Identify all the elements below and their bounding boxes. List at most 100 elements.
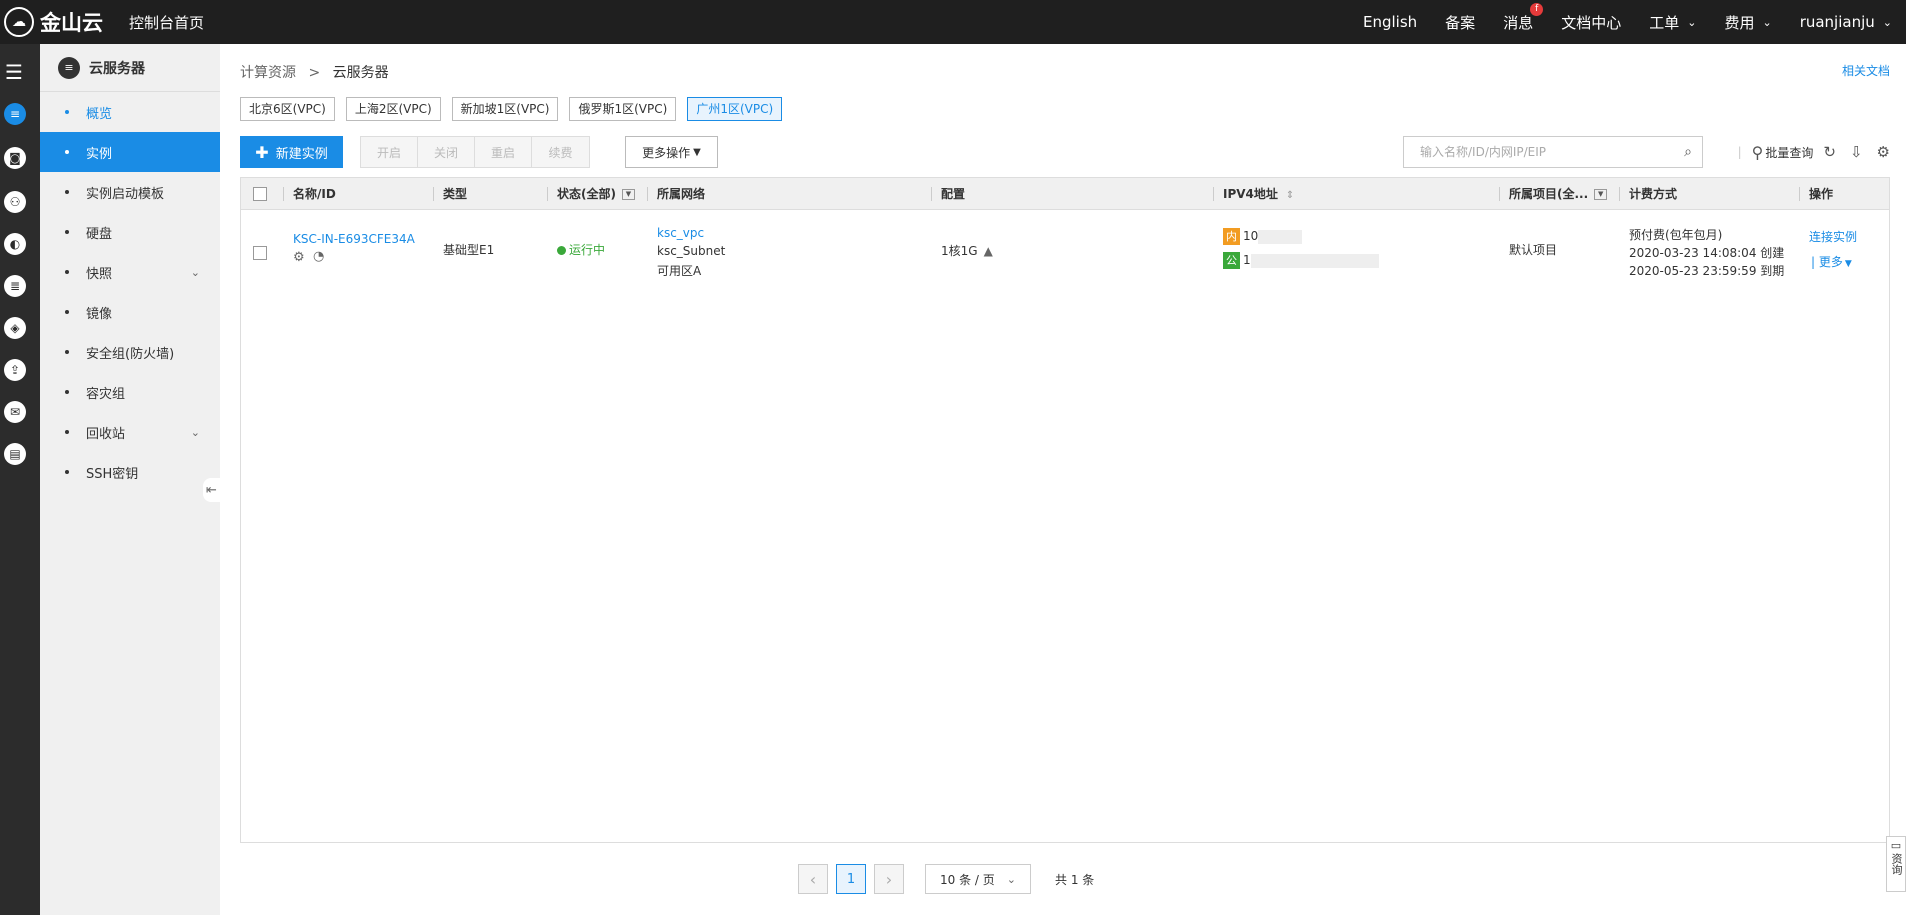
top-nav-item[interactable]: English xyxy=(1363,13,1417,31)
network-icon[interactable]: ⚇ xyxy=(4,191,26,213)
project-name: 默认项目 xyxy=(1509,243,1558,257)
sidebar-collapse-icon[interactable]: ⇤ xyxy=(203,478,220,502)
connect-instance-link[interactable]: 连接实例 xyxy=(1809,228,1857,245)
mail-icon[interactable]: ✉ xyxy=(4,401,26,423)
bullet-icon xyxy=(65,270,69,274)
config-text: 1核1G xyxy=(941,244,978,258)
disabled-action-button[interactable]: 开启 xyxy=(361,137,418,167)
storage-icon[interactable]: ◐ xyxy=(4,233,26,255)
column-divider xyxy=(647,187,648,201)
chat-icon: ▭ xyxy=(1890,839,1902,852)
sidebar-item[interactable]: 镜像 xyxy=(40,292,220,332)
top-nav-item[interactable]: 费用 ⌄ xyxy=(1724,12,1771,33)
header-name[interactable]: 名称/ID xyxy=(293,178,336,210)
cloud-upload-icon[interactable]: ⇪ xyxy=(4,359,26,381)
total-count: 共 1 条 xyxy=(1055,872,1095,887)
gpu-icon[interactable]: ◙ xyxy=(4,147,26,169)
top-nav-label: ruanjianju xyxy=(1799,13,1875,31)
region-tab[interactable]: 俄罗斯1区(VPC) xyxy=(569,97,677,121)
vpc-link[interactable]: ksc_vpc xyxy=(657,226,704,240)
sort-icon[interactable]: ⇕ xyxy=(1286,190,1294,201)
server-icon[interactable]: ≡ xyxy=(4,103,26,125)
page-number-button[interactable]: 1 xyxy=(836,864,866,894)
sidebar-title: 云服务器 xyxy=(89,60,145,77)
database-icon[interactable]: ≣ xyxy=(4,275,26,297)
sidebar-item[interactable]: 回收站 ⌄ xyxy=(40,412,220,452)
top-nav-label: 费用 xyxy=(1724,13,1755,32)
refresh-icon[interactable]: ↻ xyxy=(1823,143,1836,161)
sidebar-item[interactable]: 快照 ⌄ xyxy=(40,252,220,292)
region-tab[interactable]: 北京6区(VPC) xyxy=(240,97,335,121)
sidebar-item[interactable]: 安全组(防火墙) xyxy=(40,332,220,372)
monitor-icon[interactable]: ◔ xyxy=(313,249,324,264)
header-ipv4[interactable]: IPV4地址 ⇕ xyxy=(1223,178,1294,210)
region-tab[interactable]: 广州1区(VPC) xyxy=(687,97,783,121)
select-all-checkbox[interactable] xyxy=(253,187,267,201)
toolbar: ✚ 新建实例 开启 关闭 重启 续费 更多操作 ▼ 输入名称/ID/内网IP/EIP … xyxy=(240,136,1890,168)
logo[interactable]: ☁ 金山云 xyxy=(4,7,103,37)
new-instance-label: 新建实例 xyxy=(275,146,328,162)
sidebar-item-label: 回收站 xyxy=(86,426,126,442)
cloud-download-icon[interactable]: ⇩ xyxy=(1850,143,1863,161)
header-status[interactable]: 状态(全部) ▼ xyxy=(557,178,635,210)
chevron-down-icon: ⌄ xyxy=(1762,15,1772,29)
menu-icon[interactable]: ☰ xyxy=(5,60,23,84)
consult-button[interactable]: ▭ 资询 xyxy=(1886,836,1906,892)
plus-icon: ✚ xyxy=(255,142,269,162)
page-size-select[interactable]: 10 条 / 页 ⌄ xyxy=(925,864,1031,894)
caret-down-icon: ▼ xyxy=(1844,259,1852,269)
redacted-region xyxy=(1250,253,1379,268)
more-actions-dropdown[interactable]: | 更多 ▼ xyxy=(1811,253,1852,270)
disabled-action-button[interactable]: 重启 xyxy=(475,137,532,167)
sidebar: ≡ 云服务器 概览实例实例启动模板硬盘 快照 ⌄ 镜像 安全组(防火墙) 容灾组回收站 ⌄ S… xyxy=(40,44,220,915)
header-project[interactable]: 所属项目(全... ▼ xyxy=(1509,178,1608,210)
breadcrumb-current: 云服务器 xyxy=(332,65,389,81)
divider: | xyxy=(1737,145,1742,159)
sidebar-item[interactable]: 实例启动模板 xyxy=(40,172,220,212)
chevron-down-icon: ⌄ xyxy=(1687,15,1697,29)
top-nav-right: English 备案 消息 f 文档中心 工单 ⌄ 费用 ⌄ ruanjianju ⌄ xyxy=(1349,0,1906,44)
top-nav-item[interactable]: 备案 xyxy=(1445,12,1475,33)
chevron-left-icon: ‹ xyxy=(809,869,817,889)
id-card-icon[interactable]: ▤ xyxy=(4,443,26,465)
top-nav-item[interactable]: 工单 ⌄ xyxy=(1649,12,1696,33)
instance-search-input[interactable]: 输入名称/ID/内网IP/EIP ⌕ xyxy=(1403,136,1703,168)
chevron-down-icon[interactable]: ⌄ xyxy=(191,266,200,279)
console-home-link[interactable]: 控制台首页 xyxy=(129,12,204,33)
column-divider xyxy=(931,187,932,201)
row-checkbox[interactable] xyxy=(253,246,267,260)
instance-id-link[interactable]: KSC-IN-E693CFE34A xyxy=(293,232,415,246)
bullet-icon xyxy=(65,110,69,114)
filter-icon[interactable]: ▼ xyxy=(1594,189,1608,200)
next-page-button[interactable]: › xyxy=(874,864,904,894)
notification-badge: f xyxy=(1530,2,1544,16)
sidebar-header: ≡ 云服务器 xyxy=(40,44,220,92)
gear-icon[interactable]: ⚙ xyxy=(1877,143,1890,161)
created-time: 2020-03-23 14:08:04 创建 xyxy=(1629,246,1785,260)
related-docs-link[interactable]: 相关文档 xyxy=(1842,62,1890,79)
sidebar-item[interactable]: 概览 xyxy=(40,92,220,132)
sidebar-item[interactable]: 硬盘 xyxy=(40,212,220,252)
region-tab[interactable]: 新加坡1区(VPC) xyxy=(451,97,559,121)
breadcrumb-parent[interactable]: 计算资源 xyxy=(240,65,296,81)
layers-icon[interactable]: ◈ xyxy=(4,317,26,339)
top-nav-item[interactable]: 文档中心 xyxy=(1561,12,1621,33)
sidebar-item[interactable]: 实例 xyxy=(40,132,220,172)
new-instance-button[interactable]: ✚ 新建实例 xyxy=(240,136,343,168)
filter-icon[interactable]: ▼ xyxy=(621,189,635,200)
sidebar-item-label: 实例启动模板 xyxy=(86,186,165,202)
prev-page-button[interactable]: ‹ xyxy=(798,864,828,894)
disabled-action-button[interactable]: 关闭 xyxy=(418,137,475,167)
batch-query-button[interactable]: 批量查询 xyxy=(1765,144,1813,161)
top-nav-item[interactable]: 消息 f xyxy=(1503,2,1544,33)
more-operations-button[interactable]: 更多操作 ▼ xyxy=(625,136,718,168)
disabled-action-button[interactable]: 续费 xyxy=(532,137,589,167)
top-nav-item[interactable]: ruanjianju ⌄ xyxy=(1800,13,1892,31)
chevron-down-icon[interactable]: ⌄ xyxy=(191,426,200,439)
settings-icon[interactable]: ⚙ xyxy=(293,250,305,265)
sidebar-item[interactable]: 容灾组 xyxy=(40,372,220,412)
sidebar-item-label: 实例 xyxy=(86,146,113,162)
search-icon[interactable]: ⌕ xyxy=(1684,137,1692,167)
region-tab[interactable]: 上海2区(VPC) xyxy=(345,97,441,121)
sidebar-item[interactable]: SSH密钥 xyxy=(40,452,220,492)
